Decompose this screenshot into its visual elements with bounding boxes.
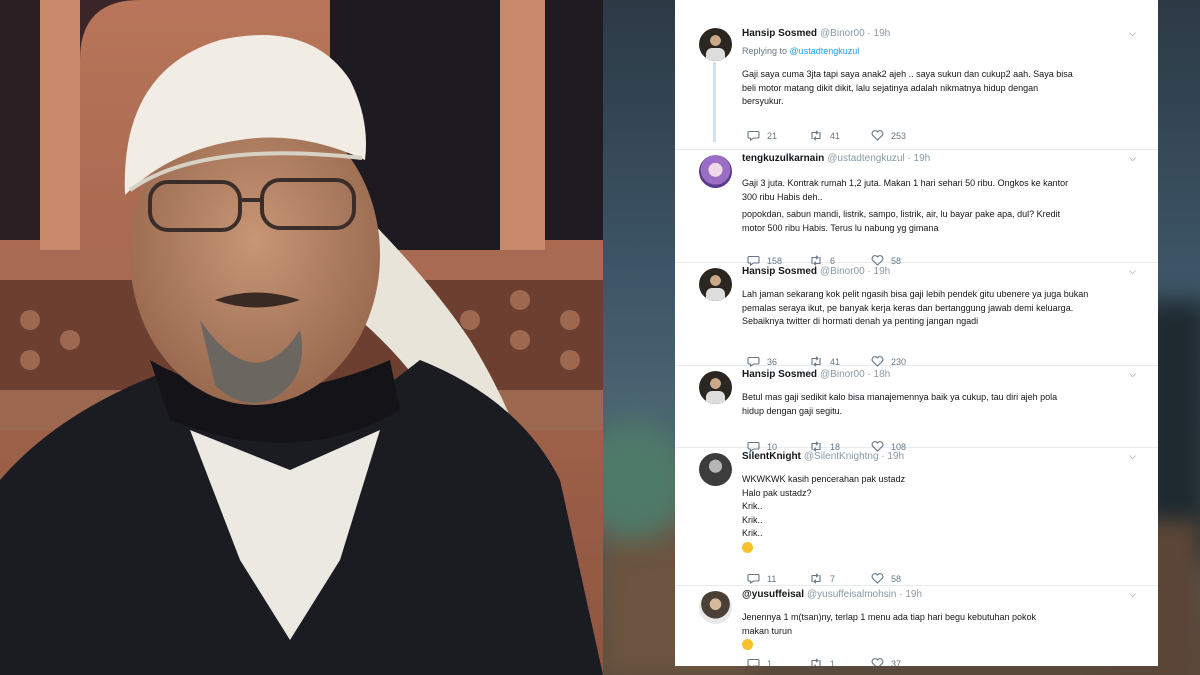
tweet-text: Jenennya 1 m(tsan)ny, terlap 1 menu ada …: [742, 611, 1140, 651]
reply-icon: [747, 658, 760, 666]
retweets-count: 41: [830, 130, 841, 141]
chevron-down-icon[interactable]: ⌵: [1129, 589, 1136, 600]
emoji-icon: [742, 541, 753, 553]
avatar[interactable]: [699, 28, 732, 61]
likes-count: 58: [891, 573, 902, 584]
retweet-button[interactable]: 1: [809, 658, 871, 666]
tweet-item[interactable]: SilentKnight @SilentKnightng · 19h ⌵ WKWKWK…: [675, 447, 1158, 586]
tweet-text: Lah jaman sekarang kok pelit ngasih bisa…: [742, 288, 1140, 329]
likes-count: 253: [891, 130, 907, 141]
tweet-text-line: Krik..: [742, 528, 763, 538]
avatar[interactable]: [699, 371, 732, 404]
tweet-actions: 11 7 58: [747, 573, 933, 584]
author-name[interactable]: SilentKnight: [742, 451, 801, 462]
tweet-text-line: Gaji saya cuma 3jta tapi saya anak2 ajeh…: [742, 69, 1073, 79]
author-handle[interactable]: @ustadtengkuzul · 19h: [827, 153, 930, 164]
tweet-text-line: hidup dengan gaji segitu.: [742, 405, 843, 416]
tweet-item[interactable]: Hansip Sosmed @Binor00 · 19h ⌵ Replying to …: [675, 14, 1158, 150]
replying-to: Replying to @ustadtengkuzul: [742, 46, 859, 56]
heart-icon: [871, 573, 884, 584]
author-handle[interactable]: @Binor00 · 19h: [820, 266, 890, 277]
tweet-text-line: WKWKWK kasih pencerahan pak ustadz: [742, 474, 906, 484]
like-button[interactable]: 253: [871, 130, 933, 141]
tweet-text: WKWKWK kasih pencerahan pak ustadz Halo p…: [742, 473, 1140, 553]
tweet-header: @yusuffeisal @yusuffeisalmohsin · 19h: [742, 589, 922, 600]
tweet-text-line: Krik..: [742, 514, 763, 525]
tweet-header: tengkuzulkarnain @ustadtengkuzul · 19h: [742, 153, 930, 164]
tweet-item[interactable]: @yusuffeisal @yusuffeisalmohsin · 19h ⌵ Jen…: [675, 585, 1158, 666]
retweets-count: 1: [830, 658, 836, 667]
tweet-item[interactable]: tengkuzulkarnain @ustadtengkuzul · 19h ⌵ Ga…: [675, 149, 1158, 266]
author-handle[interactable]: @Binor00 · 18h: [820, 369, 890, 380]
tweet-item[interactable]: Hansip Sosmed @Binor00 · 19h ⌵ Lah jaman se…: [675, 262, 1158, 367]
likes-count: 37: [891, 658, 902, 667]
tweet-text-line: motor 500 ribu Habis. Terus lu nabung yg…: [742, 222, 939, 233]
author-name[interactable]: Hansip Sosmed: [742, 369, 817, 380]
tweet-text-line: pemalas seraya ikut, pe banyak kerja ker…: [742, 302, 1074, 313]
emoji-icon: [742, 639, 753, 651]
tweet-header: Hansip Sosmed @Binor00 · 19h: [742, 28, 890, 39]
chevron-down-icon[interactable]: ⌵: [1129, 153, 1136, 164]
tweet-text: Gaji 3 juta. Kontrak rumah 1,2 juta. Mak…: [742, 177, 1140, 235]
author-name[interactable]: Hansip Sosmed: [742, 28, 817, 39]
portrait-photo: [0, 0, 603, 675]
avatar[interactable]: [699, 268, 732, 301]
tweet-text-line: Gaji 3 juta. Kontrak rumah 1,2 juta. Mak…: [742, 178, 1069, 188]
tweet-text-line: popokdan, sabun mandi, listrik, sampo, l…: [742, 209, 1061, 219]
tweet-text: Betul mas gaji sedikit kalo bisa manajem…: [742, 391, 1140, 418]
replies-count: 21: [767, 130, 778, 141]
tweet-actions: 21 41 253: [747, 130, 933, 141]
retweet-icon: [811, 130, 821, 141]
tweet-text-line: Sebaiknya twitter di hormati denah ya pe…: [742, 316, 979, 326]
tweet-text-line: 300 ribu Habis deh..: [742, 191, 823, 202]
avatar[interactable]: [699, 155, 732, 188]
retweets-count: 7: [830, 573, 836, 584]
replies-count: 1: [767, 658, 773, 667]
tweet-text-line: Betul mas gaji sedikit kalo bisa manajem…: [742, 392, 1058, 402]
tweet-header: SilentKnight @SilentKnightng · 19h: [742, 451, 904, 462]
tweet-text: Gaji saya cuma 3jta tapi saya anak2 ajeh…: [742, 68, 1140, 109]
reply-icon: [747, 130, 760, 141]
author-handle[interactable]: @yusuffeisalmohsin · 19h: [807, 589, 922, 600]
author-handle[interactable]: @SilentKnightng · 19h: [804, 451, 904, 462]
reply-button[interactable]: 21: [747, 130, 809, 141]
author-name[interactable]: @yusuffeisal: [742, 589, 804, 600]
screenshot-canvas: Hansip Sosmed @Binor00 · 19h ⌵ Replying to …: [0, 0, 1200, 675]
retweet-button[interactable]: 7: [809, 573, 871, 584]
tweet-text-line: Lah jaman sekarang kok pelit ngasih bisa…: [742, 289, 1089, 299]
author-name[interactable]: tengkuzulkarnain: [742, 153, 824, 164]
chevron-down-icon[interactable]: ⌵: [1129, 266, 1136, 277]
tweet-thread-panel: Hansip Sosmed @Binor00 · 19h ⌵ Replying to …: [675, 0, 1158, 666]
chevron-down-icon[interactable]: ⌵: [1129, 28, 1136, 39]
retweet-button[interactable]: 41: [809, 130, 871, 141]
tweet-text-line: beli motor matang dikit dikit, lalu seja…: [742, 82, 1039, 93]
retweet-icon: [811, 573, 821, 584]
tweet-header: Hansip Sosmed @Binor00 · 19h: [742, 266, 890, 277]
tweet-text-line: bersyukur.: [742, 96, 784, 106]
avatar[interactable]: [699, 453, 732, 486]
chevron-down-icon[interactable]: ⌵: [1129, 451, 1136, 462]
tweet-actions: 1 1 37: [747, 658, 933, 666]
tweet-item[interactable]: Hansip Sosmed @Binor00 · 18h ⌵ Betul mas ga…: [675, 365, 1158, 452]
tweet-text-line: Halo pak ustadz?: [742, 487, 812, 498]
mention-link[interactable]: @ustadtengkuzul: [790, 46, 860, 56]
author-name[interactable]: Hansip Sosmed: [742, 266, 817, 277]
tweet-header: Hansip Sosmed @Binor00 · 18h: [742, 369, 890, 380]
tweet-text-line: makan turun: [742, 625, 793, 636]
replies-count: 11: [767, 573, 777, 584]
author-handle[interactable]: @Binor00 · 19h: [820, 28, 890, 39]
like-button[interactable]: 37: [871, 658, 933, 666]
replying-to-label: Replying to: [742, 46, 788, 56]
retweet-icon: [811, 658, 821, 666]
heart-icon: [871, 130, 884, 141]
reply-icon: [747, 573, 760, 584]
like-button[interactable]: 58: [871, 573, 933, 584]
avatar[interactable]: [699, 591, 732, 624]
reply-button[interactable]: 11: [747, 573, 809, 584]
tweet-text-line: Jenennya 1 m(tsan)ny, terlap 1 menu ada …: [742, 612, 1037, 622]
reply-button[interactable]: 1: [747, 658, 809, 666]
tweet-text-line: Krik..: [742, 501, 763, 511]
chevron-down-icon[interactable]: ⌵: [1129, 369, 1136, 380]
heart-icon: [871, 658, 884, 666]
